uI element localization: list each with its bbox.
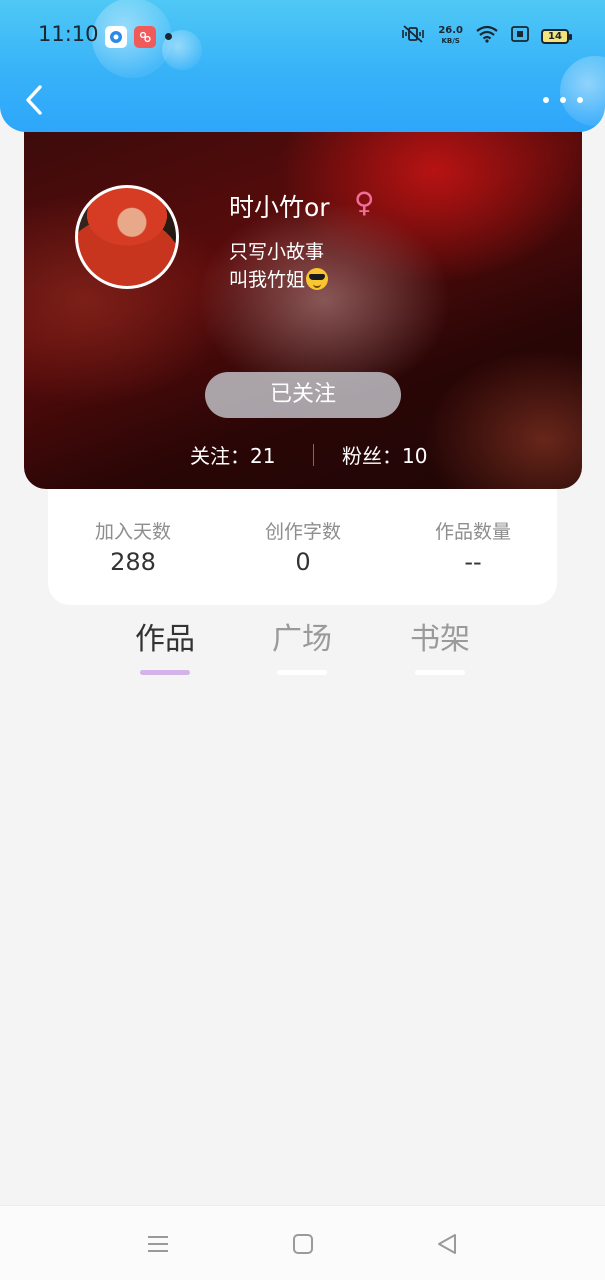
more-dot-icon xyxy=(577,97,583,103)
network-speed: 26.0 KB/S xyxy=(438,25,463,46)
user-name: 时小竹or xyxy=(229,193,330,222)
wifi-icon xyxy=(475,25,499,47)
fans-count[interactable]: 粉丝：10 xyxy=(342,440,427,469)
tab-label: 作品 xyxy=(135,622,195,657)
system-nav-bar xyxy=(0,1205,605,1280)
stat-value: -- xyxy=(464,548,482,576)
tab-square[interactable]: 广场 xyxy=(242,618,362,682)
stat-label: 加入天数 xyxy=(94,521,171,543)
screen-icon xyxy=(511,26,529,46)
chevron-left-icon xyxy=(26,85,42,115)
tab-bookshelf[interactable]: 书架 xyxy=(380,618,500,682)
stat-value: 0 xyxy=(295,548,311,576)
more-dot-icon xyxy=(560,97,566,103)
follow-stats: 关注：21 粉丝：10 xyxy=(24,440,582,468)
divider xyxy=(313,444,314,466)
tab-label: 广场 xyxy=(272,622,332,657)
sunglasses-emoji-icon xyxy=(306,268,329,290)
bio-line-1: 只写小故事 xyxy=(229,241,325,263)
stat-label: 作品数量 xyxy=(434,521,511,543)
decor-bubble xyxy=(92,0,172,78)
home-nav-button[interactable] xyxy=(283,1228,323,1260)
status-time: 11:10 xyxy=(38,22,99,46)
app-header: 11:10 26.0 KB/S 14 xyxy=(0,0,605,132)
female-gender-icon: ♀ xyxy=(354,186,375,219)
tab-works[interactable]: 作品 xyxy=(105,618,225,682)
tab-indicator xyxy=(415,670,465,675)
bio-line-2-text: 叫我竹姐 xyxy=(229,269,306,291)
avatar[interactable] xyxy=(75,185,179,289)
profile-card: 时小竹or ♀ 只写小故事 叫我竹姐 已关注 关注：21 粉丝：10 xyxy=(24,110,582,489)
stat-label: 创作字数 xyxy=(264,521,341,543)
square-home-icon xyxy=(293,1234,313,1254)
triangle-back-icon xyxy=(438,1234,456,1254)
more-button[interactable] xyxy=(543,88,583,112)
back-nav-button[interactable] xyxy=(427,1228,467,1260)
tab-indicator xyxy=(140,670,190,675)
menu-nav-button[interactable] xyxy=(138,1228,178,1260)
battery-icon: 14 xyxy=(541,28,572,44)
more-dot-icon xyxy=(543,97,549,103)
status-icons: 26.0 KB/S 14 xyxy=(400,25,572,47)
app-red-icon xyxy=(134,26,156,48)
bio-line-2: 叫我竹姐 xyxy=(229,265,329,292)
content-tabs: 作品 广场 书架 xyxy=(0,618,605,682)
back-button[interactable] xyxy=(16,80,52,120)
stats-card: 加入天数 288 创作字数 0 作品数量 -- xyxy=(48,489,557,605)
tab-indicator xyxy=(277,670,327,675)
tab-label: 书架 xyxy=(410,622,470,657)
followed-button[interactable]: 已关注 xyxy=(205,372,401,418)
following-count[interactable]: 关注：21 xyxy=(190,440,275,469)
mute-vibrate-icon xyxy=(400,25,426,47)
notification-dot-icon xyxy=(165,33,172,40)
stat-value: 288 xyxy=(110,548,156,576)
app-blue-icon xyxy=(105,26,127,48)
menu-icon xyxy=(148,1236,168,1252)
